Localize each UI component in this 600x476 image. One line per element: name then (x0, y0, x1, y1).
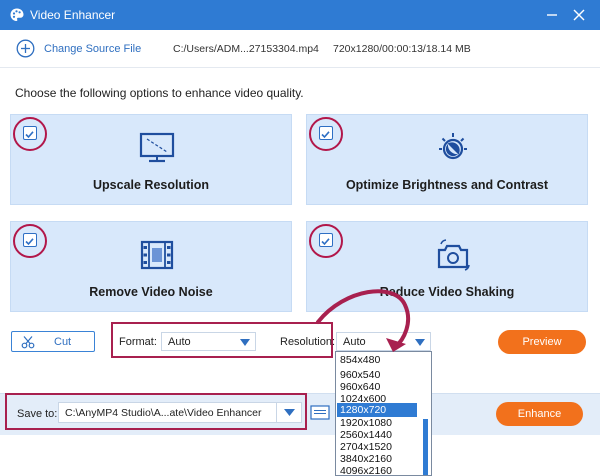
check-icon (25, 131, 34, 139)
option-reduce-video-shaking[interactable]: Reduce Video Shaking (306, 221, 588, 312)
option-upscale-resolution[interactable]: Upscale Resolution (10, 114, 292, 205)
save-path-value: C:\AnyMP4 Studio\A...ate\Video Enhancer (65, 407, 262, 419)
folder-icon[interactable] (310, 404, 330, 421)
option-label: Upscale Resolution (93, 178, 209, 192)
check-icon (25, 238, 34, 246)
option-label: Reduce Video Shaking (379, 285, 515, 299)
checkbox-reduce-video-shaking[interactable] (319, 233, 333, 247)
resolution-option-selected[interactable]: 1280x720 (337, 403, 417, 417)
chevron-down-icon (240, 339, 250, 346)
enhance-button[interactable]: Enhance (496, 402, 583, 426)
option-label: Remove Video Noise (89, 285, 213, 299)
resolution-label: Resolution: (280, 336, 336, 348)
resolution-dropdown-list[interactable]: 854x480 960x540 960x640 1024x600 1280x72… (335, 351, 432, 476)
check-icon (321, 238, 330, 246)
change-source-file-link[interactable]: Change Source File (44, 43, 141, 55)
source-bar: Change Source File C:/Users/ADM...271533… (0, 30, 600, 68)
resolution-option[interactable]: 854x480 (337, 353, 417, 367)
format-label: Format: (119, 336, 157, 348)
brightness-icon (439, 133, 467, 160)
title-bar: Video Enhancer (0, 0, 600, 30)
instruction-text: Choose the following options to enhance … (15, 86, 304, 100)
chevron-down-icon (284, 409, 295, 416)
chevron-down-icon (415, 339, 425, 346)
camera-stabilize-icon (437, 239, 470, 271)
resolution-option[interactable]: 4096x2160 (337, 464, 417, 475)
save-to-label: Save to: (17, 408, 58, 420)
checkbox-optimize-brightness[interactable] (319, 126, 333, 140)
video-enhancer-window: Video Enhancer Change Source File C:/Use… (0, 0, 600, 476)
cut-button[interactable]: Cut (11, 331, 95, 352)
close-icon[interactable] (569, 5, 589, 25)
format-select[interactable]: Auto (161, 332, 256, 351)
save-path-dropdown-button[interactable] (276, 403, 302, 422)
cut-button-label: Cut (54, 336, 72, 348)
add-circle-icon[interactable] (16, 39, 35, 58)
window-title: Video Enhancer (30, 8, 116, 22)
minimize-icon[interactable] (542, 5, 562, 25)
dropdown-scrollbar[interactable] (421, 352, 431, 475)
source-file-path: C:/Users/ADM...27153304.mp4 (173, 43, 319, 55)
film-icon (140, 240, 174, 270)
source-file-info: 720x1280/00:00:13/18.14 MB (333, 43, 471, 55)
resolution-value: Auto (343, 336, 366, 348)
save-path-select[interactable]: C:\AnyMP4 Studio\A...ate\Video Enhancer (58, 402, 302, 423)
monitor-icon (139, 132, 175, 163)
format-value: Auto (168, 336, 191, 348)
resolution-select[interactable]: Auto (336, 332, 431, 351)
check-icon (321, 131, 330, 139)
option-optimize-brightness[interactable]: Optimize Brightness and Contrast (306, 114, 588, 205)
option-remove-video-noise[interactable]: Remove Video Noise (10, 221, 292, 312)
option-label: Optimize Brightness and Contrast (345, 178, 549, 192)
scrollbar-thumb[interactable] (423, 419, 428, 475)
preview-button[interactable]: Preview (498, 330, 586, 354)
checkbox-remove-video-noise[interactable] (23, 233, 37, 247)
palette-icon (10, 8, 24, 21)
checkbox-upscale-resolution[interactable] (23, 126, 37, 140)
scissors-icon (21, 336, 35, 349)
